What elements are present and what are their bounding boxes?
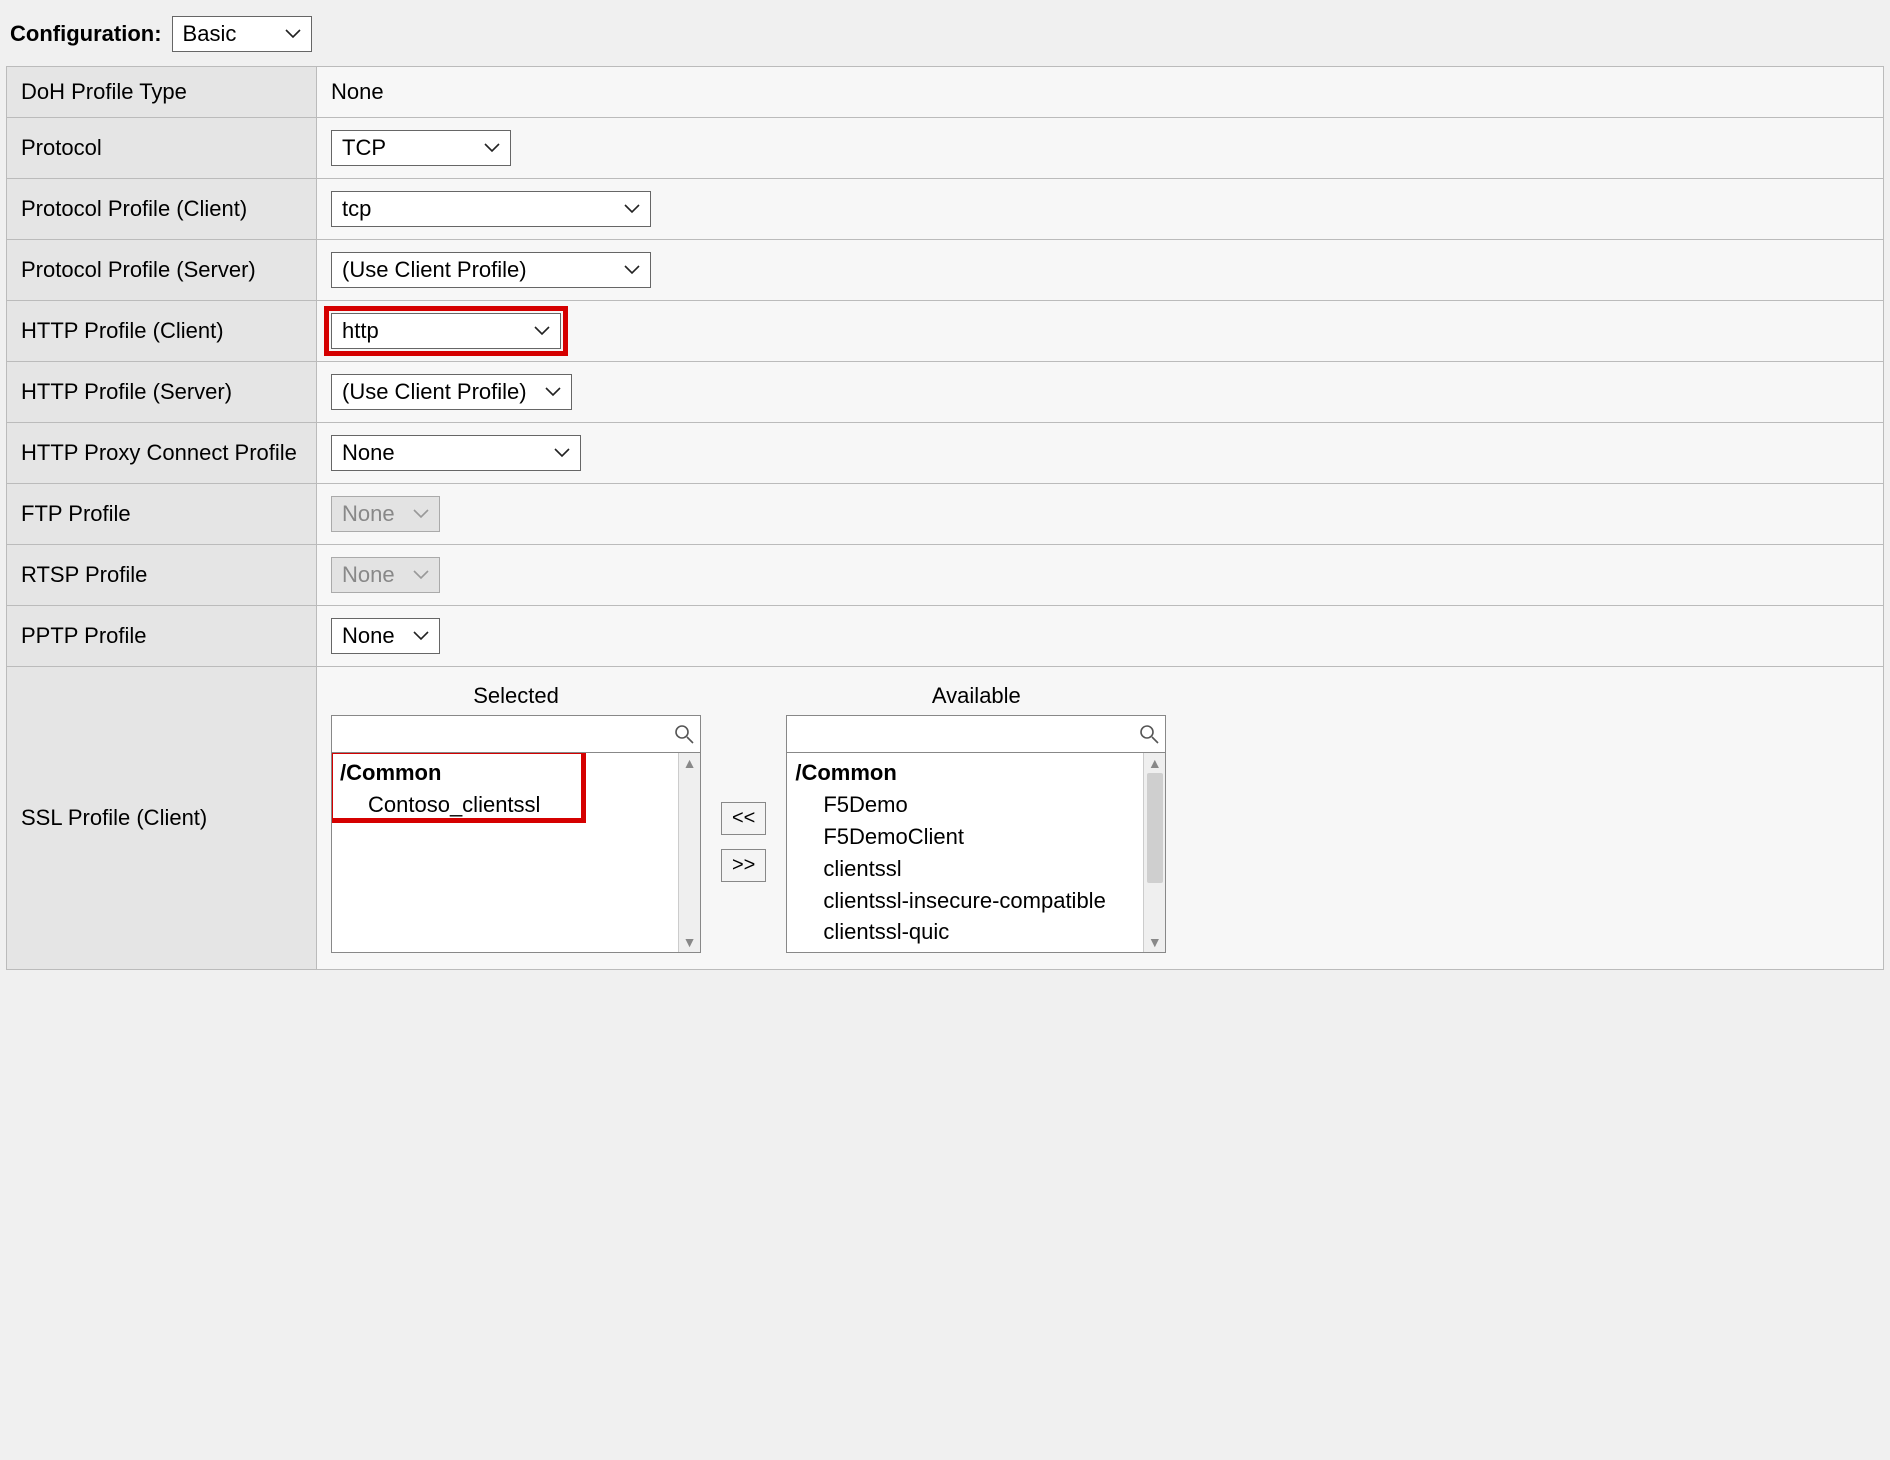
search-icon bbox=[1139, 724, 1159, 744]
available-item[interactable]: clientssl-secure bbox=[795, 948, 1135, 952]
row-label-proto-server: Protocol Profile (Server) bbox=[7, 240, 317, 301]
chevron-down-icon bbox=[413, 631, 429, 641]
protocol-select-value: TCP bbox=[342, 135, 386, 161]
selected-scrollbar[interactable]: ▲ ▼ bbox=[678, 753, 700, 952]
selected-item[interactable]: Contoso_clientssl bbox=[340, 789, 670, 821]
move-left-button[interactable]: << bbox=[721, 802, 766, 835]
available-item[interactable]: F5Demo bbox=[795, 789, 1135, 821]
scrollbar-thumb[interactable] bbox=[1147, 773, 1163, 883]
chevron-down-icon bbox=[484, 143, 500, 153]
chevron-down-icon bbox=[624, 265, 640, 275]
scroll-up-icon[interactable]: ▲ bbox=[1148, 755, 1162, 771]
scroll-down-icon[interactable]: ▼ bbox=[1148, 934, 1162, 950]
pptp-profile-select[interactable]: None bbox=[331, 618, 440, 654]
ftp-profile-value: None bbox=[342, 501, 395, 527]
http-proxy-connect-select[interactable]: None bbox=[331, 435, 581, 471]
http-proxy-connect-value: None bbox=[342, 440, 395, 466]
available-item[interactable]: F5DemoClient bbox=[795, 821, 1135, 853]
properties-table: DoH Profile Type None Protocol TCP Proto… bbox=[6, 66, 1884, 970]
available-item[interactable]: clientssl bbox=[795, 853, 1135, 885]
selected-group: /Common bbox=[340, 757, 670, 789]
ssl-profile-client-duallist: Selected /Common Contoso_clientssl bbox=[331, 679, 1869, 957]
row-label-http-server: HTTP Profile (Server) bbox=[7, 362, 317, 423]
available-group: /Common bbox=[795, 757, 1135, 789]
chevron-down-icon bbox=[534, 326, 550, 336]
configuration-header: Configuration: Basic bbox=[6, 10, 1884, 66]
scroll-up-icon[interactable]: ▲ bbox=[683, 755, 697, 771]
http-profile-server-select[interactable]: (Use Client Profile) bbox=[331, 374, 572, 410]
available-item[interactable]: clientssl-quic bbox=[795, 916, 1135, 948]
row-value-doh-type: None bbox=[317, 67, 1884, 118]
protocol-profile-server-value: (Use Client Profile) bbox=[342, 257, 527, 283]
configuration-label: Configuration: bbox=[10, 21, 162, 47]
protocol-select[interactable]: TCP bbox=[331, 130, 511, 166]
pptp-profile-value: None bbox=[342, 623, 395, 649]
http-profile-server-value: (Use Client Profile) bbox=[342, 379, 527, 405]
row-label-rtsp: RTSP Profile bbox=[7, 545, 317, 606]
row-label-pptp: PPTP Profile bbox=[7, 606, 317, 667]
row-label-http-proxy: HTTP Proxy Connect Profile bbox=[7, 423, 317, 484]
available-item[interactable]: clientssl-insecure-compatible bbox=[795, 885, 1135, 917]
row-label-protocol: Protocol bbox=[7, 118, 317, 179]
chevron-down-icon bbox=[624, 204, 640, 214]
chevron-down-icon bbox=[545, 387, 561, 397]
scroll-down-icon[interactable]: ▼ bbox=[683, 934, 697, 950]
http-profile-client-select[interactable]: http bbox=[331, 313, 561, 349]
row-label-http-client: HTTP Profile (Client) bbox=[7, 301, 317, 362]
protocol-profile-server-select[interactable]: (Use Client Profile) bbox=[331, 252, 651, 288]
available-search[interactable] bbox=[786, 715, 1166, 753]
chevron-down-icon bbox=[554, 448, 570, 458]
rtsp-profile-value: None bbox=[342, 562, 395, 588]
selected-listbox[interactable]: /Common Contoso_clientssl ▲ ▼ bbox=[331, 753, 701, 953]
configuration-select[interactable]: Basic bbox=[172, 16, 312, 52]
chevron-down-icon bbox=[413, 509, 429, 519]
available-header: Available bbox=[786, 683, 1166, 709]
row-label-ftp: FTP Profile bbox=[7, 484, 317, 545]
available-search-input[interactable] bbox=[795, 722, 1139, 747]
ftp-profile-select: None bbox=[331, 496, 440, 532]
selected-header: Selected bbox=[331, 683, 701, 709]
search-icon bbox=[674, 724, 694, 744]
chevron-down-icon bbox=[413, 570, 429, 580]
row-label-ssl-client: SSL Profile (Client) bbox=[7, 667, 317, 970]
http-profile-client-value: http bbox=[342, 318, 379, 344]
selected-search[interactable] bbox=[331, 715, 701, 753]
selected-search-input[interactable] bbox=[340, 722, 674, 747]
row-label-proto-client: Protocol Profile (Client) bbox=[7, 179, 317, 240]
available-listbox[interactable]: /Common F5Demo F5DemoClient clientssl cl… bbox=[786, 753, 1166, 953]
protocol-profile-client-value: tcp bbox=[342, 196, 371, 222]
row-label-doh-type: DoH Profile Type bbox=[7, 67, 317, 118]
available-scrollbar[interactable]: ▲ ▼ bbox=[1143, 753, 1165, 952]
selected-items[interactable]: /Common Contoso_clientssl bbox=[332, 753, 678, 952]
rtsp-profile-select: None bbox=[331, 557, 440, 593]
protocol-profile-client-select[interactable]: tcp bbox=[331, 191, 651, 227]
available-items[interactable]: /Common F5Demo F5DemoClient clientssl cl… bbox=[787, 753, 1143, 952]
configuration-select-value: Basic bbox=[183, 21, 237, 47]
move-right-button[interactable]: >> bbox=[721, 849, 766, 882]
chevron-down-icon bbox=[285, 29, 301, 39]
